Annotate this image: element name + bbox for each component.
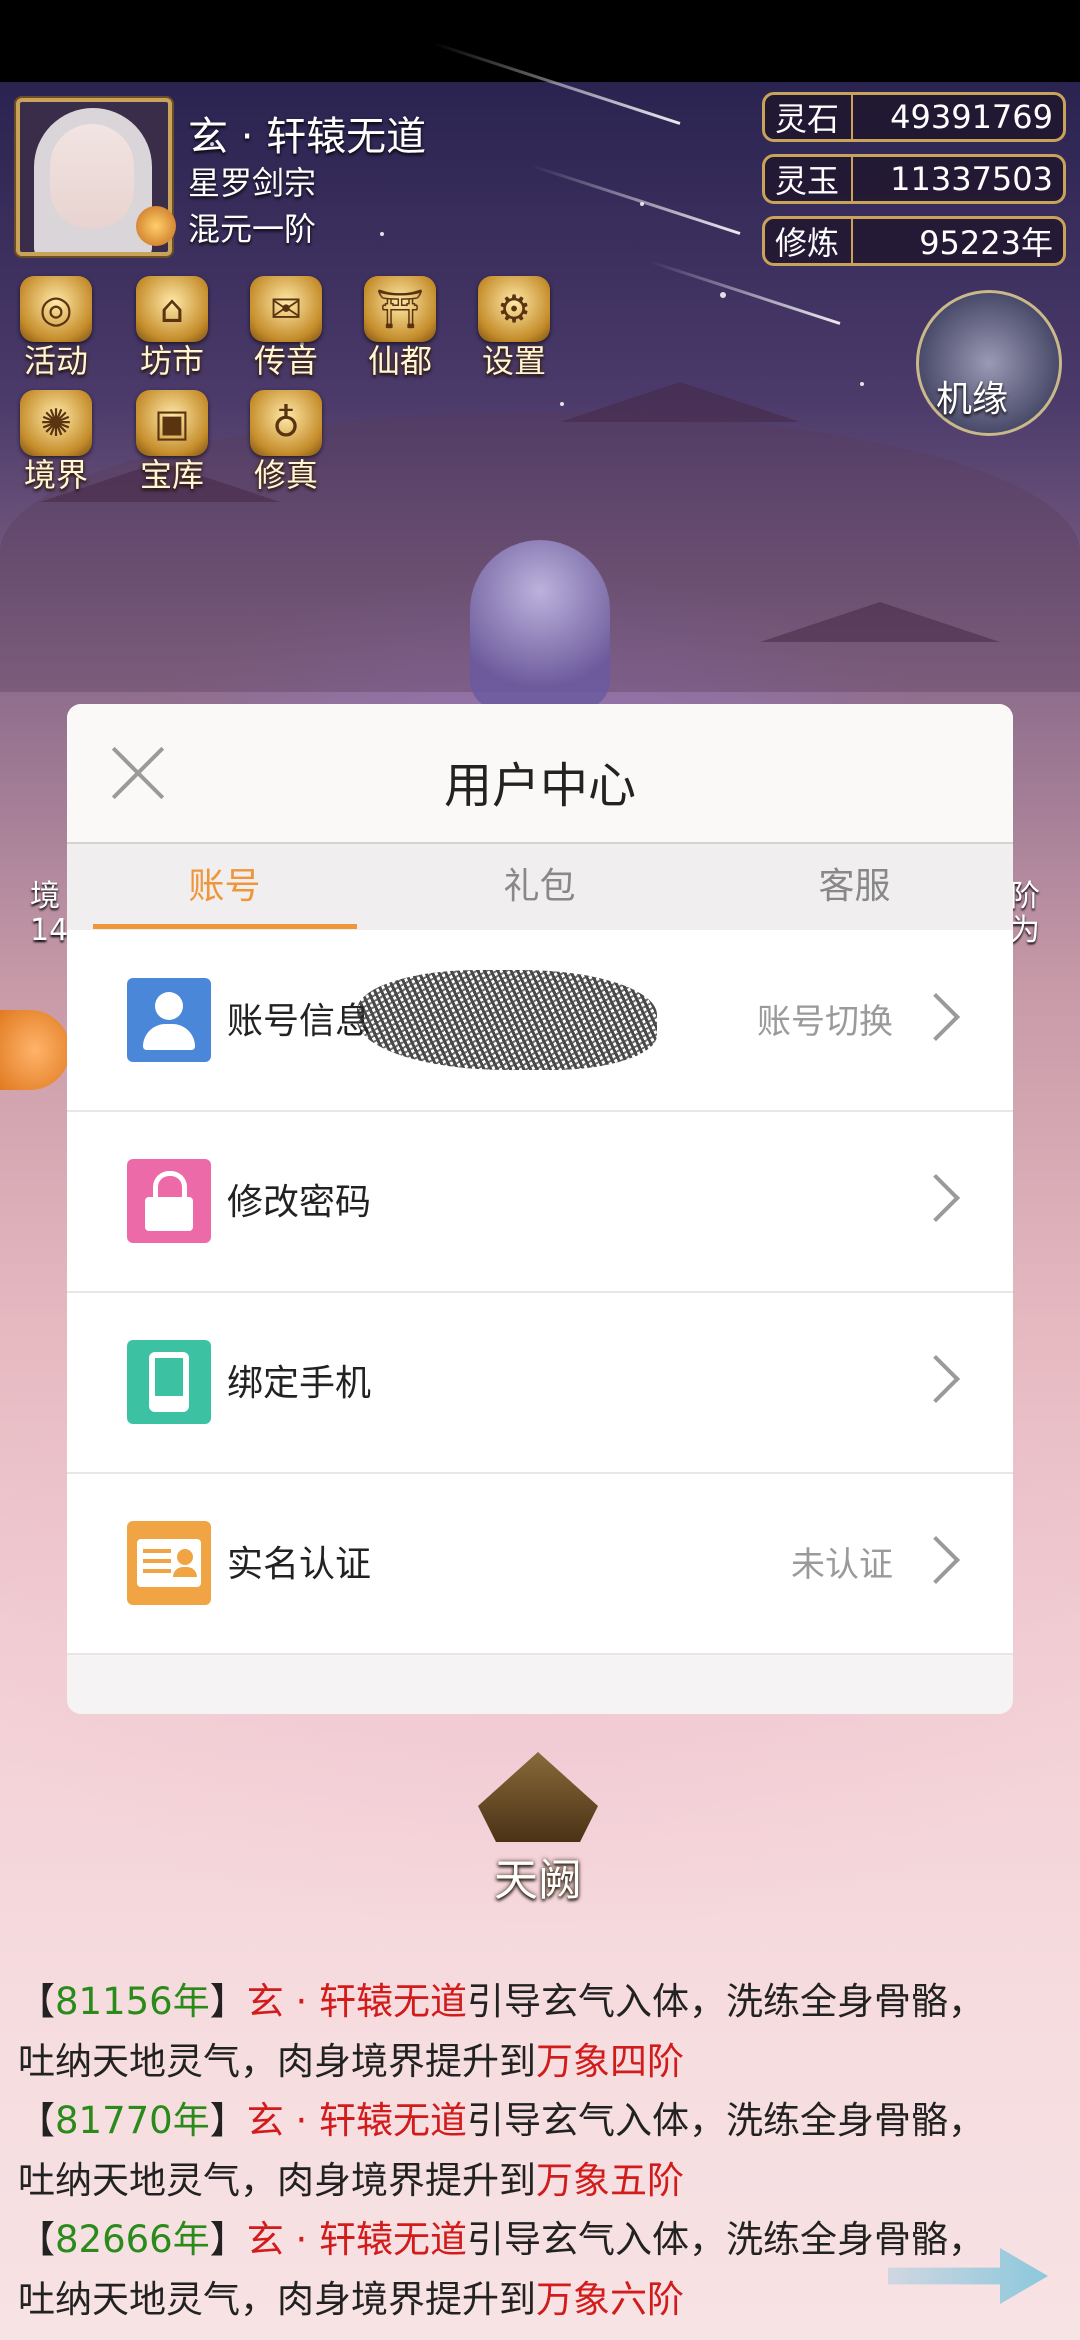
menu-activity[interactable]: ◎ 活动 <box>6 276 106 382</box>
row-bind-phone[interactable]: 绑定手机 <box>67 1292 1013 1474</box>
row-label: 实名认证 <box>227 1544 372 1585</box>
side-label-left: 境 14 <box>30 879 69 948</box>
row-label: 绑定手机 <box>227 1363 372 1404</box>
chevron-right-icon <box>911 1354 961 1404</box>
jiyuan-label: 机缘 <box>936 379 1009 420</box>
tab-account[interactable]: 账号 <box>67 844 382 930</box>
row-label: 账号信息 <box>227 1001 372 1042</box>
settings-list: 账号信息 账号切换 修改密码 绑定手机 实名认证 未认证 <box>67 930 1013 1655</box>
row-real-name[interactable]: 实名认证 未认证 <box>67 1473 1013 1655</box>
log-line: 吐纳天地灵气，肉身境界提升到万象五阶 <box>18 2158 684 2202</box>
menu-settings[interactable]: ⚙ 设置 <box>464 276 564 382</box>
chevron-right-icon <box>911 1535 961 1585</box>
user-center-dialog: 用户中心 账号 礼包 客服 账号信息 账号切换 修改密码 绑定手机 实名认证 未… <box>67 704 1013 1714</box>
phone-icon <box>127 1340 211 1424</box>
avatar-badge-icon <box>136 206 176 246</box>
menu-cultivate[interactable]: ♁ 修真 <box>236 390 336 496</box>
user-icon <box>127 978 211 1062</box>
character-crown <box>470 540 610 710</box>
switch-account-link[interactable]: 账号切换 <box>757 994 893 1043</box>
menu-treasury[interactable]: ▣ 宝库 <box>122 390 222 496</box>
log-line: 【81156年】玄 · 轩辕无道引导玄气入体，洗练全身骨骼， <box>18 1980 985 2023</box>
menu-city[interactable]: ⛩ 仙都 <box>350 276 450 382</box>
coin-icon: ◎ <box>20 276 92 342</box>
realm-icon: ✺ <box>20 390 92 456</box>
menu-market[interactable]: ⌂ 坊市 <box>122 276 222 382</box>
status-bar <box>0 0 1080 82</box>
row-label: 修改密码 <box>227 1182 372 1223</box>
id-card-icon <box>127 1521 211 1605</box>
tianque-button[interactable]: 天阙 <box>458 1752 618 1922</box>
player-sect: 星罗剑宗 <box>188 164 317 202</box>
side-label-right: 阶 为 <box>1010 879 1040 948</box>
resource-lingshi: 灵石 49391769 <box>762 92 1066 142</box>
log-line: 吐纳天地灵气，肉身境界提升到万象四阶 <box>18 2039 684 2083</box>
treasure-icon: ▣ <box>136 390 208 456</box>
tab-bar: 账号 礼包 客服 <box>67 844 1013 930</box>
player-rank: 混元一阶 <box>188 210 317 248</box>
row-change-password[interactable]: 修改密码 <box>67 1111 1013 1293</box>
player-name: 玄 · 轩辕无道 <box>188 114 427 160</box>
envelope-icon: ✉ <box>250 276 322 342</box>
city-icon: ⛩ <box>364 276 436 342</box>
log-line: 【81770年】玄 · 轩辕无道引导玄气入体，洗练全身骨骼， <box>18 2099 985 2142</box>
log-line: 【82666年】玄 · 轩辕无道引导玄气入体，洗练全身骨骼， <box>18 2218 985 2261</box>
menu-mail[interactable]: ✉ 传音 <box>236 276 336 382</box>
resource-lingyu: 灵玉 11337503 <box>762 154 1066 204</box>
lock-icon <box>127 1159 211 1243</box>
tab-indicator <box>93 924 357 929</box>
resource-xiulian: 修炼 95223年 <box>762 216 1066 266</box>
chevron-right-icon <box>911 1173 961 1223</box>
row-account-info[interactable]: 账号信息 账号切换 <box>67 930 1013 1112</box>
market-icon: ⌂ <box>136 276 208 342</box>
dialog-title: 用户中心 <box>443 758 636 814</box>
redaction-scribble <box>357 970 657 1070</box>
tab-gift[interactable]: 礼包 <box>382 844 697 930</box>
pagoda-icon <box>478 1752 598 1842</box>
menu-realm[interactable]: ✺ 境界 <box>6 390 106 496</box>
gear-icon: ⚙ <box>478 276 550 342</box>
chevron-right-icon <box>911 992 961 1042</box>
verification-status: 未认证 <box>791 1545 893 1585</box>
pouch-icon: ♁ <box>250 390 322 456</box>
dialog-header: 用户中心 <box>67 704 1013 844</box>
tab-service[interactable]: 客服 <box>697 844 1012 930</box>
tianque-label: 天阙 <box>494 1855 582 1906</box>
